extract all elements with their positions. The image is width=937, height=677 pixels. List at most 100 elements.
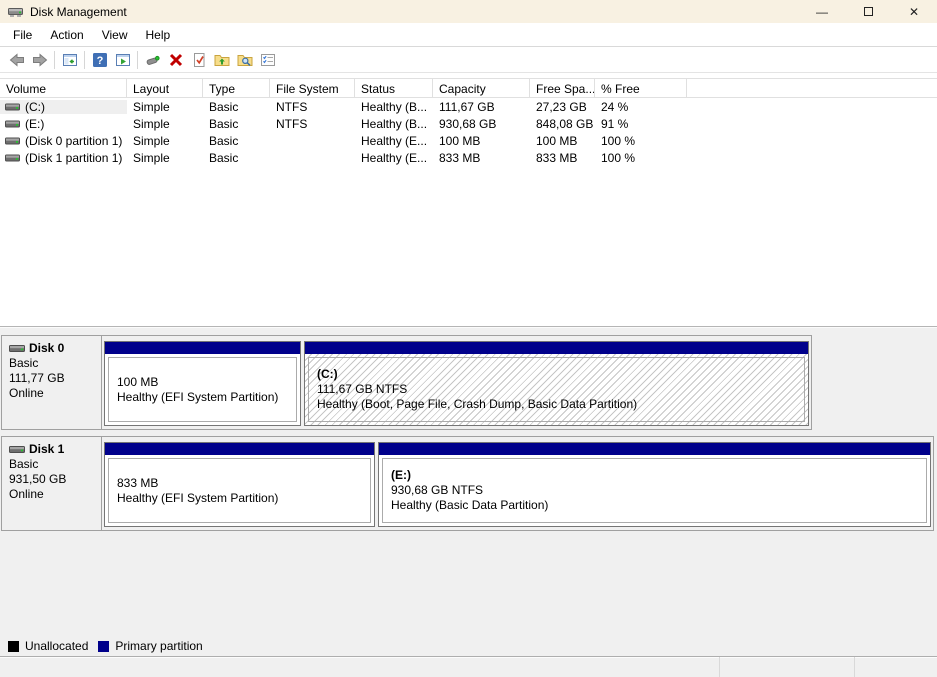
cell-status: Healthy (E... — [355, 151, 433, 165]
partition-status: Healthy (Boot, Page File, Crash Dump, Ba… — [317, 397, 804, 412]
primary-partition-swatch — [98, 641, 109, 652]
disk-0-c-partition[interactable]: (C:) 111,67 GB NTFS Healthy (Boot, Page … — [304, 341, 809, 426]
column-header-file-system[interactable]: File System — [270, 79, 355, 97]
cell-percent-free: 100 % — [595, 134, 687, 148]
forward-button[interactable] — [28, 49, 51, 71]
column-header-status[interactable]: Status — [355, 79, 433, 97]
help-icon: ? — [92, 52, 108, 68]
volume-drive-icon — [5, 153, 20, 163]
volume-row-disk1-partition1[interactable]: (Disk 1 partition 1) Simple Basic Health… — [0, 149, 937, 166]
action-pane-icon — [115, 52, 131, 68]
device-tool-button[interactable] — [141, 49, 164, 71]
check-document-icon — [191, 52, 207, 68]
column-header-type[interactable]: Type — [203, 79, 270, 97]
disk-1-band: Disk 1 Basic 931,50 GB Online 833 MB Hea… — [1, 436, 934, 531]
legend-label: Unallocated — [25, 639, 88, 653]
menu-action[interactable]: Action — [41, 25, 92, 45]
volume-row-disk0-partition1[interactable]: (Disk 0 partition 1) Simple Basic Health… — [0, 132, 937, 149]
toolbar: ? — [0, 47, 937, 73]
show-action-pane-button[interactable] — [111, 49, 134, 71]
disk-icon — [9, 344, 25, 353]
show-console-tree-button[interactable] — [58, 49, 81, 71]
menu-view[interactable]: View — [93, 25, 137, 45]
title-bar: Disk Management — ✕ — [0, 0, 937, 23]
column-header-filler — [687, 79, 937, 97]
partition-color-bar — [379, 443, 930, 455]
minimize-button[interactable]: — — [799, 0, 845, 23]
help-button[interactable]: ? — [88, 49, 111, 71]
back-button[interactable] — [5, 49, 28, 71]
console-tree-icon — [62, 52, 78, 68]
toolbar-separator — [137, 51, 138, 69]
disk-1-efi-partition[interactable]: 833 MB Healthy (EFI System Partition) — [104, 442, 375, 527]
cell-percent-free: 24 % — [595, 100, 687, 114]
delete-volume-button[interactable] — [164, 49, 187, 71]
cell-layout: Simple — [127, 117, 203, 131]
cell-capacity: 111,67 GB — [433, 100, 530, 114]
folder-search-icon — [237, 52, 253, 68]
legend-bar: Unallocated Primary partition — [0, 636, 937, 656]
forward-icon — [32, 52, 48, 68]
folder-up-button[interactable] — [210, 49, 233, 71]
column-header-free-space[interactable]: Free Spa... — [530, 79, 595, 97]
cell-free-space: 833 MB — [530, 151, 595, 165]
task-list-icon — [260, 52, 276, 68]
maximize-button[interactable] — [845, 0, 891, 23]
partition-size: 930,68 GB NTFS — [391, 483, 926, 498]
cell-type: Basic — [203, 100, 270, 114]
cell-percent-free: 100 % — [595, 151, 687, 165]
column-header-volume[interactable]: Volume — [0, 79, 127, 97]
menu-help[interactable]: Help — [137, 25, 180, 45]
menu-bar: File Action View Help — [0, 23, 937, 47]
folder-search-button[interactable] — [233, 49, 256, 71]
partition-color-bar — [105, 443, 374, 455]
column-header-capacity[interactable]: Capacity — [433, 79, 530, 97]
volume-row-e[interactable]: (E:) Simple Basic NTFS Healthy (B... 930… — [0, 115, 937, 132]
status-bar-cell — [855, 657, 937, 677]
column-header-percent-free[interactable]: % Free — [595, 79, 687, 97]
cell-status: Healthy (B... — [355, 117, 433, 131]
volume-row-c[interactable]: (C:) Simple Basic NTFS Healthy (B... 111… — [0, 98, 937, 115]
close-button[interactable]: ✕ — [891, 0, 937, 23]
disk-1-e-partition[interactable]: (E:) 930,68 GB NTFS Healthy (Basic Data … — [378, 442, 931, 527]
delete-icon — [168, 52, 184, 68]
cell-layout: Simple — [127, 134, 203, 148]
volume-list: Volume Layout Type File System Status Ca… — [0, 73, 937, 326]
disk-0-efi-partition[interactable]: 100 MB Healthy (EFI System Partition) — [104, 341, 301, 426]
column-header-layout[interactable]: Layout — [127, 79, 203, 97]
disk-name: Disk 1 — [29, 442, 64, 456]
cell-type: Basic — [203, 117, 270, 131]
partition-status: Healthy (EFI System Partition) — [117, 491, 370, 506]
disk-size: 111,77 GB — [9, 371, 99, 386]
partition-title: (E:) — [391, 468, 926, 483]
cell-capacity: 930,68 GB — [433, 117, 530, 131]
partition-size: 833 MB — [117, 476, 370, 491]
disk-0-band: Disk 0 Basic 111,77 GB Online 100 MB Hea… — [1, 335, 812, 430]
maximize-icon — [864, 7, 873, 16]
status-bar-cell — [0, 657, 720, 677]
cell-free-space: 848,08 GB — [530, 117, 595, 131]
partition-size: 111,67 GB NTFS — [317, 382, 804, 397]
device-tool-icon — [145, 52, 161, 68]
partition-status: Healthy (EFI System Partition) — [117, 390, 296, 405]
cell-free-space: 100 MB — [530, 134, 595, 148]
volume-name: (E:) — [25, 117, 44, 131]
check-document-button[interactable] — [187, 49, 210, 71]
menu-file[interactable]: File — [4, 25, 41, 45]
cell-capacity: 100 MB — [433, 134, 530, 148]
status-bar-cell — [720, 657, 855, 677]
toolbar-separator — [54, 51, 55, 69]
cell-type: Basic — [203, 134, 270, 148]
task-list-button[interactable] — [256, 49, 279, 71]
volume-list-header: Volume Layout Type File System Status Ca… — [0, 78, 937, 98]
disk-1-info-panel[interactable]: Disk 1 Basic 931,50 GB Online — [2, 437, 102, 530]
volume-name: (Disk 1 partition 1) — [25, 151, 122, 165]
cell-type: Basic — [203, 151, 270, 165]
cell-free-space: 27,23 GB — [530, 100, 595, 114]
disk-0-info-panel[interactable]: Disk 0 Basic 111,77 GB Online — [2, 336, 102, 429]
volume-name: (C:) — [25, 100, 45, 114]
disk-status: Online — [9, 487, 99, 502]
toolbar-separator — [84, 51, 85, 69]
disk-name: Disk 0 — [29, 341, 64, 355]
partition-size: 100 MB — [117, 375, 296, 390]
